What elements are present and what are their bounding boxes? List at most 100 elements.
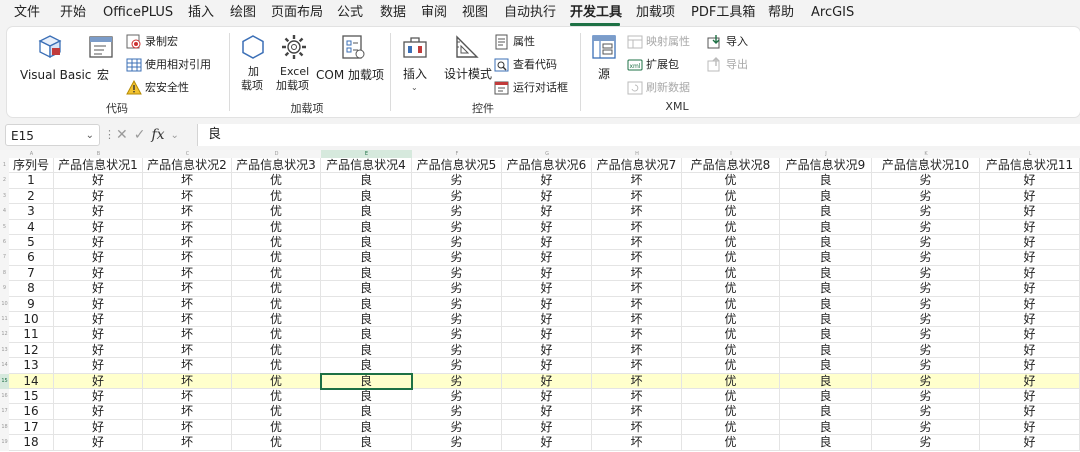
addins-button[interactable]: 加 载项 <box>238 31 268 92</box>
insert-function-icon[interactable]: fx <box>151 127 164 143</box>
confirm-icon[interactable]: ✓ <box>134 127 146 143</box>
cell[interactable]: 坏 <box>143 327 232 343</box>
tab-developer[interactable]: 开发工具 <box>570 4 622 22</box>
cell[interactable]: 良 <box>321 358 412 374</box>
tab-help[interactable]: 帮助 <box>768 4 794 22</box>
refresh-data-button[interactable]: 刷新数据 <box>627 80 690 96</box>
cell[interactable]: 优 <box>682 173 780 189</box>
cell[interactable]: 坏 <box>592 281 682 297</box>
column-title-cell[interactable]: 产品信息状况1 <box>54 158 143 173</box>
row-number[interactable]: 12 <box>0 327 9 343</box>
cell[interactable]: 8 <box>9 281 54 297</box>
tab-arcgis[interactable]: ArcGIS <box>811 4 854 22</box>
cell[interactable]: 好 <box>980 435 1080 451</box>
cell[interactable]: 坏 <box>143 342 232 358</box>
cell[interactable]: 坏 <box>592 235 682 250</box>
cell[interactable]: 劣 <box>412 327 502 343</box>
column-header-A[interactable]: A <box>9 150 54 158</box>
cell[interactable]: 劣 <box>412 250 502 266</box>
row-number[interactable]: 15 <box>0 373 9 389</box>
cell[interactable]: 好 <box>54 373 143 389</box>
row-number[interactable]: 17 <box>0 404 9 420</box>
cell[interactable]: 良 <box>780 419 872 435</box>
cell[interactable]: 优 <box>682 265 780 281</box>
cell[interactable]: 坏 <box>143 312 232 327</box>
cell[interactable]: 好 <box>980 419 1080 435</box>
cell[interactable]: 好 <box>980 389 1080 404</box>
cell[interactable]: 坏 <box>143 188 232 204</box>
cell[interactable]: 好 <box>502 235 592 250</box>
cell[interactable]: 劣 <box>872 435 980 451</box>
name-box[interactable]: E15 ⌄ <box>5 124 100 146</box>
column-header-J[interactable]: J <box>780 150 872 158</box>
run-dialog-button[interactable]: 运行对话框 <box>494 80 568 96</box>
cell[interactable]: 优 <box>232 327 321 343</box>
cell[interactable]: 劣 <box>872 389 980 404</box>
cell[interactable]: 坏 <box>143 373 232 389</box>
cell[interactable]: 好 <box>502 342 592 358</box>
cell[interactable]: 坏 <box>592 327 682 343</box>
cell[interactable]: 优 <box>682 419 780 435</box>
cell[interactable]: 良 <box>780 235 872 250</box>
cell[interactable]: 优 <box>232 173 321 189</box>
cell[interactable]: 优 <box>232 265 321 281</box>
row-number[interactable]: 19 <box>0 435 9 451</box>
column-header-B[interactable]: B <box>54 150 143 158</box>
cell[interactable]: 良 <box>780 219 872 235</box>
properties-button[interactable]: 属性 <box>494 34 535 50</box>
cell[interactable]: 好 <box>54 389 143 404</box>
cell[interactable]: 劣 <box>412 389 502 404</box>
cell[interactable]: 良 <box>321 188 412 204</box>
export-xml-button[interactable]: 导出 <box>707 57 748 73</box>
cell[interactable]: 好 <box>54 281 143 297</box>
cell[interactable]: 好 <box>980 188 1080 204</box>
cell[interactable]: 良 <box>321 265 412 281</box>
row-number[interactable]: 10 <box>0 296 9 312</box>
cell[interactable]: 好 <box>980 296 1080 312</box>
cell[interactable]: 坏 <box>143 173 232 189</box>
cell[interactable]: 优 <box>232 235 321 250</box>
column-title-cell[interactable]: 产品信息状况7 <box>592 158 682 173</box>
cell[interactable]: 劣 <box>872 250 980 266</box>
cell[interactable]: 优 <box>682 373 780 389</box>
column-title-cell[interactable]: 序列号 <box>9 158 54 173</box>
formula-input[interactable]: 良 <box>197 124 1080 146</box>
record-macro-button[interactable]: 录制宏 <box>126 34 178 50</box>
cell[interactable]: 好 <box>54 419 143 435</box>
cell[interactable]: 6 <box>9 250 54 266</box>
cell[interactable]: 好 <box>502 373 592 389</box>
cell[interactable]: 劣 <box>412 219 502 235</box>
cell[interactable]: 4 <box>9 219 54 235</box>
cell[interactable]: 劣 <box>872 358 980 374</box>
column-title-cell[interactable]: 产品信息状况3 <box>232 158 321 173</box>
cell[interactable]: 劣 <box>872 342 980 358</box>
tab-data[interactable]: 数据 <box>380 4 406 22</box>
relative-reference-button[interactable]: 使用相对引用 <box>126 57 211 73</box>
cell[interactable]: 坏 <box>143 250 232 266</box>
cell[interactable]: 优 <box>682 389 780 404</box>
cell[interactable]: 劣 <box>412 419 502 435</box>
cell[interactable]: 18 <box>9 435 54 451</box>
row-number[interactable]: 7 <box>0 250 9 266</box>
cell[interactable]: 良 <box>780 204 872 220</box>
cell[interactable]: 好 <box>980 235 1080 250</box>
cell[interactable]: 好 <box>980 373 1080 389</box>
cell[interactable]: 坏 <box>592 342 682 358</box>
cell[interactable]: 劣 <box>412 404 502 420</box>
cell[interactable]: 良 <box>321 296 412 312</box>
cell[interactable]: 劣 <box>412 204 502 220</box>
column-title-cell[interactable]: 产品信息状况2 <box>143 158 232 173</box>
cell[interactable]: 优 <box>232 219 321 235</box>
cell[interactable]: 好 <box>980 404 1080 420</box>
cell[interactable]: 坏 <box>592 358 682 374</box>
cell[interactable]: 好 <box>54 204 143 220</box>
column-header-E[interactable]: E <box>321 150 412 158</box>
cell[interactable]: 劣 <box>872 219 980 235</box>
row-number[interactable]: 13 <box>0 342 9 359</box>
cell[interactable]: 好 <box>502 204 592 220</box>
map-properties-button[interactable]: 映射属性 <box>627 34 690 50</box>
cell[interactable]: 坏 <box>592 265 682 281</box>
visual-basic-button[interactable]: Visual Basic <box>19 31 91 89</box>
cell[interactable]: 良 <box>780 250 872 266</box>
cell[interactable]: 坏 <box>592 173 682 189</box>
